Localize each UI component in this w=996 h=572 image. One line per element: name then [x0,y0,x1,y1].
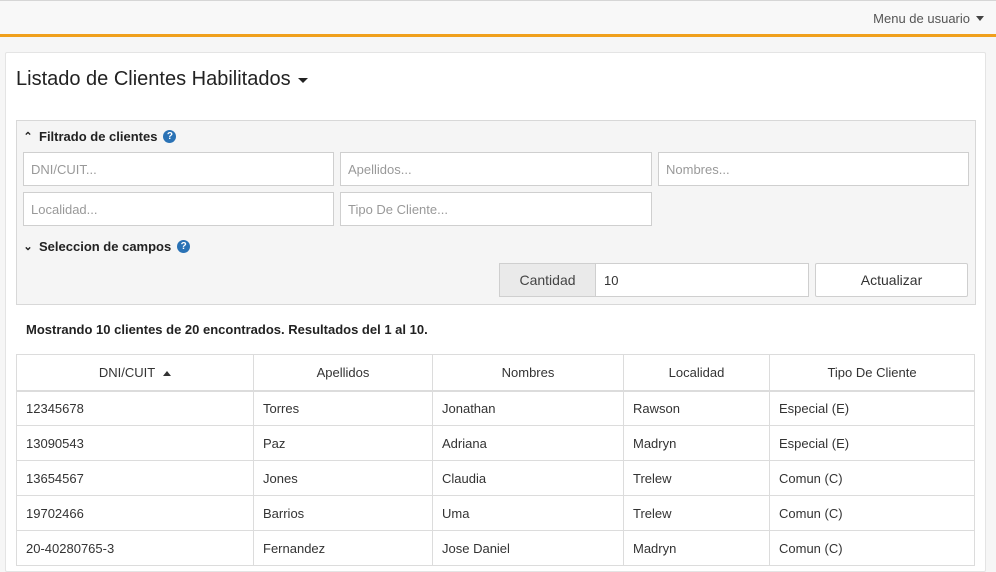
column-header-tipo-cliente[interactable]: Tipo De Cliente [769,354,975,392]
table-row[interactable]: 19702466 Barrios Uma Trelew Comun (C) [16,495,975,531]
cell-dni: 12345678 [16,390,254,426]
cell-apellidos: Barrios [253,495,433,531]
cell-localidad: Madryn [623,530,770,566]
user-menu-dropdown[interactable]: Menu de usuario [873,11,984,26]
cell-nombres: Claudia [432,460,624,496]
sort-ascending-icon [163,370,172,376]
cell-apellidos: Jones [253,460,433,496]
chevron-up-icon: ⌃ [23,131,33,143]
cell-nombres: Jonathan [432,390,624,426]
cantidad-label: Cantidad [499,263,596,297]
table-row[interactable]: 13654567 Jones Claudia Trelew Comun (C) [16,460,975,496]
table-header-row: DNI/CUIT Apellidos Nombres Localidad Tip… [16,354,975,392]
cell-dni: 19702466 [16,495,254,531]
table-row[interactable]: 13090543 Paz Adriana Madryn Especial (E) [16,425,975,461]
filter-section-heading: Filtrado de clientes [39,129,158,144]
dni-filter-input[interactable] [23,152,334,186]
page-title: Listado de Clientes Habilitados [16,68,291,90]
apellidos-filter-input[interactable] [340,152,652,186]
update-button[interactable]: Actualizar [815,263,968,297]
cell-apellidos: Torres [253,390,433,426]
page-title-dropdown[interactable]: Listado de Clientes Habilitados [16,68,308,91]
cell-tipo-cliente: Comun (C) [769,495,975,531]
cell-localidad: Rawson [623,390,770,426]
cell-localidad: Trelew [623,495,770,531]
main-panel: Listado de Clientes Habilitados ⌃ Filtra… [5,52,986,572]
cell-localidad: Trelew [623,460,770,496]
fields-section-toggle[interactable]: ⌄ Seleccion de campos ? [23,239,191,254]
column-header-apellidos[interactable]: Apellidos [253,354,433,392]
localidad-filter-input[interactable] [23,192,334,226]
chevron-down-icon: ⌄ [23,241,33,253]
cantidad-input[interactable] [595,263,809,297]
column-header-dni[interactable]: DNI/CUIT [16,354,254,392]
cell-tipo-cliente: Especial (E) [769,425,975,461]
clients-table: DNI/CUIT Apellidos Nombres Localidad Tip… [16,354,975,566]
help-icon[interactable]: ? [177,240,191,253]
nombres-filter-input[interactable] [658,152,969,186]
caret-down-icon [297,78,308,83]
caret-down-icon [976,16,984,21]
cell-localidad: Madryn [623,425,770,461]
cell-nombres: Jose Daniel [432,530,624,566]
filter-panel: ⌃ Filtrado de clientes ? ⌄ Seleccion de … [16,120,976,305]
user-menu-label: Menu de usuario [873,11,970,26]
top-navbar: Menu de usuario [0,0,996,37]
fields-section-heading: Seleccion de campos [39,239,172,254]
filter-section-toggle[interactable]: ⌃ Filtrado de clientes ? [23,129,177,144]
help-icon[interactable]: ? [163,130,177,143]
cell-nombres: Adriana [432,425,624,461]
cell-tipo-cliente: Comun (C) [769,460,975,496]
cell-dni: 13654567 [16,460,254,496]
cell-dni: 13090543 [16,425,254,461]
cell-apellidos: Paz [253,425,433,461]
column-header-nombres[interactable]: Nombres [432,354,624,392]
cell-tipo-cliente: Especial (E) [769,390,975,426]
tipo-cliente-filter-input[interactable] [340,192,652,226]
cell-dni: 20-40280765-3 [16,530,254,566]
cell-nombres: Uma [432,495,624,531]
column-header-localidad[interactable]: Localidad [623,354,770,392]
cell-tipo-cliente: Comun (C) [769,530,975,566]
table-row[interactable]: 12345678 Torres Jonathan Rawson Especial… [16,390,975,426]
cell-apellidos: Fernandez [253,530,433,566]
results-summary: Mostrando 10 clientes de 20 encontrados.… [26,322,428,337]
table-row[interactable]: 20-40280765-3 Fernandez Jose Daniel Madr… [16,530,975,566]
